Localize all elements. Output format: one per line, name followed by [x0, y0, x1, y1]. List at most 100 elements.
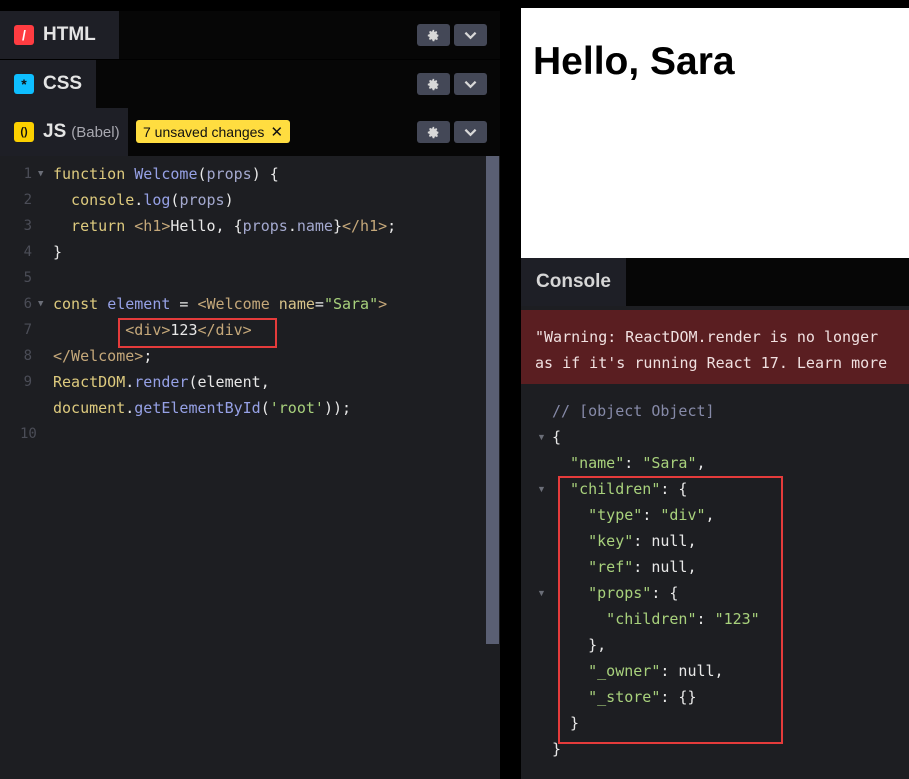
- line-number-text: 10: [20, 426, 37, 442]
- console-output: "Warning: ReactDOM.render is no longer as…: [521, 306, 909, 779]
- code-token: }: [332, 217, 342, 235]
- console-token: {: [552, 428, 562, 446]
- unsaved-changes-badge[interactable]: 7 unsaved changes ✕: [136, 120, 291, 143]
- code-token: ): [224, 191, 234, 209]
- css-panel-header: * CSS: [0, 60, 500, 108]
- code-token: return: [53, 217, 135, 235]
- js-code-editor[interactable]: 1 ▼ 2 3 4 5 6 ▼ 7 8 9 10 function Welcome(props) { …: [0, 156, 500, 779]
- code-token: element: [107, 295, 171, 313]
- gear-icon: [427, 29, 439, 41]
- line-number-text: 4: [23, 244, 32, 260]
- collapse-arrow-icon[interactable]: ▼: [537, 432, 546, 442]
- code-token: props: [179, 191, 225, 209]
- code-token: .: [287, 217, 297, 235]
- code-token: .: [125, 373, 135, 391]
- js-panel-title: JS: [43, 121, 67, 142]
- code-token: Hello, {: [170, 217, 243, 235]
- code-token: <h1>: [134, 217, 171, 235]
- code-token: "Sara": [323, 295, 379, 313]
- code-token: (: [197, 165, 207, 183]
- code-token: Welcome: [134, 165, 198, 183]
- code-line: }: [53, 239, 62, 265]
- line-number-text: 2: [23, 192, 32, 208]
- code-token: .: [125, 399, 135, 417]
- html-panel-header: / HTML: [0, 11, 500, 59]
- line-number: [0, 395, 48, 421]
- code-token: console: [53, 191, 135, 209]
- console-tab-label: Console: [536, 271, 611, 292]
- console-line: "name": "Sara",: [552, 450, 706, 476]
- highlight-box-children: [558, 476, 783, 744]
- code-line: ReactDOM.render(element,: [53, 369, 270, 395]
- tab-css[interactable]: * CSS: [0, 60, 96, 108]
- tab-html[interactable]: / HTML: [0, 11, 119, 59]
- line-number: 2: [0, 187, 48, 213]
- close-icon[interactable]: ✕: [270, 123, 283, 141]
- code-token: function: [53, 165, 135, 183]
- console-warning: "Warning: ReactDOM.render is no longer as…: [521, 310, 909, 384]
- chevron-down-icon: [464, 31, 477, 39]
- console-token: "Sara": [642, 454, 697, 472]
- console-token: ,: [696, 454, 706, 472]
- code-line: document.getElementById('root'));: [53, 395, 351, 421]
- line-number: 5: [0, 265, 48, 291]
- code-token: >: [378, 295, 388, 313]
- console-header: Console: [521, 258, 909, 306]
- gear-icon: [427, 78, 439, 90]
- code-token: name: [296, 217, 333, 235]
- js-icon: (): [14, 122, 34, 142]
- html-collapse-button[interactable]: [454, 24, 487, 46]
- console-token: // [object Object]: [552, 402, 715, 420]
- editor-column: / HTML * CSS () JS (Babel) 7 unsaved cha…: [0, 0, 500, 779]
- code-token: <Welcome: [197, 295, 279, 313]
- line-number-text: 7: [23, 322, 32, 338]
- code-token: document: [53, 399, 126, 417]
- tab-js[interactable]: () JS (Babel): [0, 108, 128, 156]
- code-token: ;: [143, 347, 153, 365]
- code-token: .: [134, 191, 144, 209]
- line-number: 3: [0, 213, 48, 239]
- code-token: </Welcome>: [53, 347, 144, 365]
- tab-console[interactable]: Console: [521, 258, 626, 306]
- code-token: ;: [387, 217, 397, 235]
- code-line: return <h1>Hello, {props.name}</h1>;: [53, 213, 396, 239]
- code-token: (: [260, 399, 270, 417]
- html-settings-button[interactable]: [417, 24, 450, 46]
- console-line: {: [552, 424, 561, 450]
- chevron-down-icon: [464, 80, 477, 88]
- js-collapse-button[interactable]: [454, 121, 487, 143]
- code-line: console.log(props): [53, 187, 234, 213]
- code-token: 'root': [269, 399, 324, 417]
- css-panel-title: CSS: [43, 73, 83, 94]
- code-token: =: [314, 295, 324, 313]
- css-collapse-button[interactable]: [454, 73, 487, 95]
- line-number: 8: [0, 343, 48, 369]
- code-token: props: [242, 217, 288, 235]
- fold-arrow-icon[interactable]: ▼: [38, 291, 43, 317]
- unsaved-changes-label: 7 unsaved changes: [143, 123, 265, 140]
- editor-scrollbar[interactable]: [486, 156, 499, 644]
- collapse-arrow-icon[interactable]: ▼: [537, 484, 546, 494]
- code-token: ReactDOM: [53, 373, 126, 391]
- console-line: // [object Object]: [552, 398, 715, 424]
- line-number-text: 5: [23, 270, 32, 286]
- html-panel-title: HTML: [43, 24, 96, 45]
- highlight-box-div: [118, 318, 277, 348]
- line-number: 10: [0, 421, 48, 447]
- css-settings-button[interactable]: [417, 73, 450, 95]
- resize-divider[interactable]: [500, 0, 521, 779]
- collapse-arrow-icon[interactable]: ▼: [537, 588, 546, 598]
- line-number: 6 ▼: [0, 291, 48, 317]
- result-preview: Hello, Sara: [521, 8, 909, 258]
- code-token: log: [143, 191, 171, 209]
- code-line: const element = <Welcome name="Sara">: [53, 291, 387, 317]
- js-preprocessor-label: (Babel): [71, 123, 120, 141]
- line-number: 7: [0, 317, 48, 343]
- js-settings-button[interactable]: [417, 121, 450, 143]
- line-number: 1 ▼: [0, 161, 48, 187]
- html-icon: /: [14, 25, 34, 45]
- line-number-text: 1: [23, 166, 32, 182]
- code-token: (element,: [188, 373, 270, 391]
- fold-arrow-icon[interactable]: ▼: [38, 161, 43, 187]
- code-token: getElementById: [134, 399, 261, 417]
